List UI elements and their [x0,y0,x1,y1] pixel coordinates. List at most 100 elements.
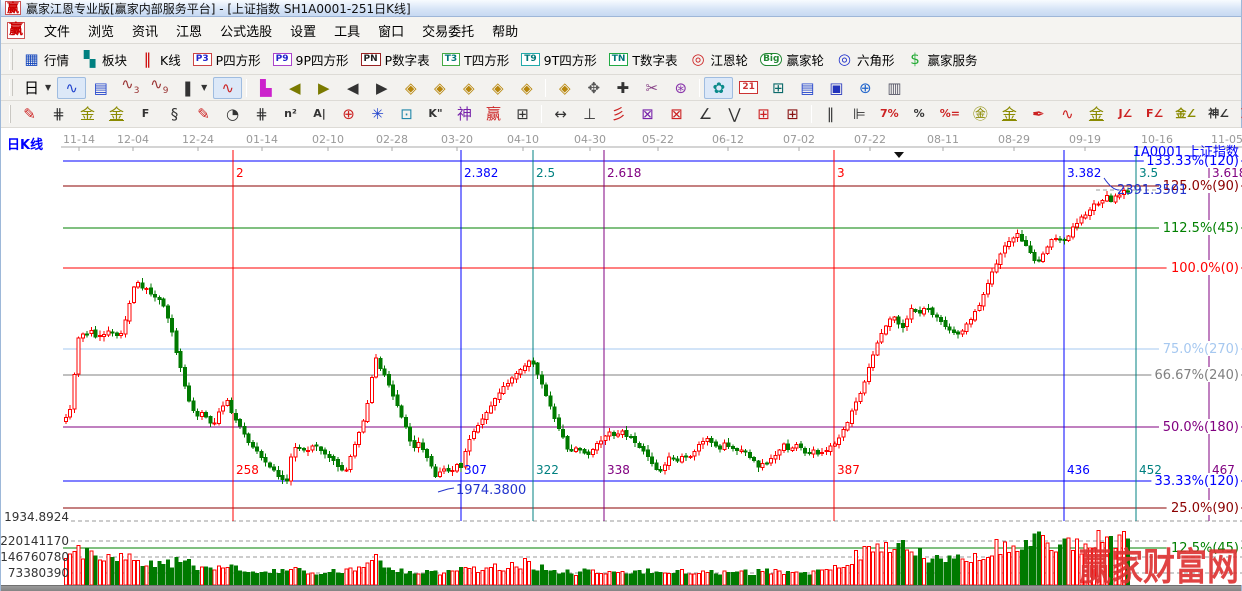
n-square-button[interactable]: n² [276,103,305,125]
prev-bar-button[interactable]: ◀ [338,77,367,99]
last-bar-button[interactable]: ▶ [309,77,338,99]
gold-circle-button[interactable]: ㊎ [966,103,995,125]
t9-square-button[interactable]: T99T四方形 [515,47,603,72]
t-number-table-button[interactable]: TNT数字表 [603,47,684,72]
kline-button[interactable]: ‖K线 [133,47,187,72]
hand-tool-button[interactable]: ✥ [579,77,608,99]
quotes-button[interactable]: ▦行情 [17,47,75,72]
box-rays2-button[interactable]: ⊠ [662,103,691,125]
menu-item-5[interactable]: 设置 [281,22,325,43]
percent-level-button[interactable]: %= [934,103,966,125]
fibonacci-button[interactable]: F [131,103,160,125]
golden-section2-button[interactable]: 金 [102,103,131,125]
golden-section-button[interactable]: 金 [73,103,102,125]
magic-tool-button[interactable]: ⊛ [666,77,695,99]
draw-pencil2-button[interactable]: ✎ [189,103,218,125]
winner-wheel-button[interactable]: Big赢家轮 [754,47,830,72]
diamond-shrink-button[interactable]: ◈ [483,77,512,99]
diamond-left-button[interactable]: ◈ [396,77,425,99]
diamond-expand-button[interactable]: ◈ [454,77,483,99]
diamond-right-button[interactable]: ◈ [425,77,454,99]
parallel-lines-button[interactable]: ∥ [816,103,845,125]
gold-underline-button[interactable]: 金 [1082,103,1111,125]
brain-tool-button[interactable]: ✿ [704,77,733,99]
draw-pencil-button[interactable]: ✎ [15,103,44,125]
wave-fit-button[interactable]: ∿ [1053,103,1082,125]
star-burst-button[interactable]: ✳ [363,103,392,125]
diamond-vmerge-button[interactable]: ◈ [512,77,541,99]
first-bar-button[interactable]: ◀ [280,77,309,99]
next-bar-button[interactable]: ▶ [367,77,396,99]
angle-a-button[interactable]: A| [305,103,334,125]
percent-button[interactable]: % [905,103,934,125]
frame-button[interactable]: ⊥ [575,103,604,125]
save-button[interactable]: ▣ [822,77,851,99]
menu-item-7[interactable]: 窗口 [369,22,413,43]
kline-chart-svg[interactable]: 11-1412-0412-2401-1402-1002-2803-2004-10… [1,128,1242,585]
price-scale-button[interactable]: ⊫ [845,103,874,125]
percent7-button[interactable]: 7% [874,103,905,125]
gold-level-button[interactable]: 金 [995,103,1024,125]
candle-style-select[interactable]: ❚▼ [173,77,213,99]
calendar-button[interactable]: 21 [733,78,764,97]
measure-tool-button[interactable]: ✂ [637,77,666,99]
j-angle-button[interactable]: J∠ [1111,103,1140,125]
menu-item-4[interactable]: 公式选股 [211,22,281,43]
menu-item-6[interactable]: 工具 [325,22,369,43]
f-angle-button[interactable]: F∠ [1140,103,1169,125]
rays-button[interactable]: 彡 [604,103,633,125]
crosshair-tool-button[interactable]: ✚ [608,77,637,99]
menu-item-1[interactable]: 浏览 [79,22,123,43]
hexagon-button[interactable]: ◎六角形 [830,47,901,72]
info-panel-button[interactable]: ▤ [86,77,115,99]
menu-item-9[interactable]: 帮助 [483,22,527,43]
calculator-button[interactable]: ⊞ [764,77,793,99]
notes-button[interactable]: ▤ [793,77,822,99]
menu-logo-icon: 赢 [7,22,25,39]
p9-square-button[interactable]: P99P四方形 [267,47,355,72]
gann-wheel-button[interactable]: ◎江恩轮 [684,47,755,72]
price-lines-button[interactable]: ⋕ [247,103,276,125]
period-day-select[interactable]: 日▼ [17,77,57,99]
red-grid-button[interactable]: ⊞ [749,103,778,125]
red-grid2-button[interactable]: ⊞ [778,103,807,125]
winner-service-button[interactable]: $赢家服务 [900,47,983,72]
hrange-button[interactable]: ↔ [546,103,575,125]
kline-chart-area[interactable]: 11-1412-0412-2401-1402-1002-2803-2004-10… [1,128,1241,585]
svg-text:322: 322 [536,463,559,477]
spiral-button[interactable]: § [160,103,189,125]
ying-tool-button[interactable]: 赢 [479,103,508,125]
network-button[interactable]: ⊕ [851,77,880,99]
p-number-table-button[interactable]: PNP数字表 [355,47,436,72]
menu-item-2[interactable]: 资讯 [123,22,167,43]
box-rays-button[interactable]: ⊠ [633,103,662,125]
gold-angle-button[interactable]: 金∠ [1169,103,1202,125]
target-circle-button[interactable]: ⊕ [334,103,363,125]
p-square-button[interactable]: P3P四方形 [187,47,267,72]
angle-lines-button[interactable]: ∠ [691,103,720,125]
zigzag-red-button[interactable]: ∿ [213,77,242,99]
shen-angle-button[interactable]: 神∠ [1202,103,1235,125]
t-square-button[interactable]: T3T四方形 [436,47,516,72]
shen-tool-button[interactable]: 神 [450,103,479,125]
histogram-button[interactable]: ▙ [251,77,280,99]
svg-text:04-10: 04-10 [507,133,539,146]
k-measure-button[interactable]: K" [421,103,450,125]
sectors-button[interactable]: ▚板块 [75,47,133,72]
diamond-vsplit-button[interactable]: ◈ [550,77,579,99]
app-logo-icon: 赢 [5,1,21,15]
wave9-button[interactable]: ∿9 [144,73,173,102]
ying-angle-button[interactable]: 赢∠ [1235,103,1242,125]
grid-target-button[interactable]: ⊡ [392,103,421,125]
print-button[interactable]: ▥ [880,77,909,99]
menu-item-3[interactable]: 江恩 [167,22,211,43]
wave3-button[interactable]: ∿3 [115,73,144,102]
chart-zigzag-toggle[interactable]: ∿ [57,77,86,99]
v-lines-button[interactable]: ⋁ [720,103,749,125]
menu-item-8[interactable]: 交易委托 [413,22,483,43]
menu-item-0[interactable]: 文件 [35,22,79,43]
grid-123-button[interactable]: ⊞ [508,103,537,125]
ink-button[interactable]: ✒ [1024,103,1053,125]
gann-clock-button[interactable]: ◔ [218,103,247,125]
gann-grid-lines-button[interactable]: ⋕ [44,103,73,125]
